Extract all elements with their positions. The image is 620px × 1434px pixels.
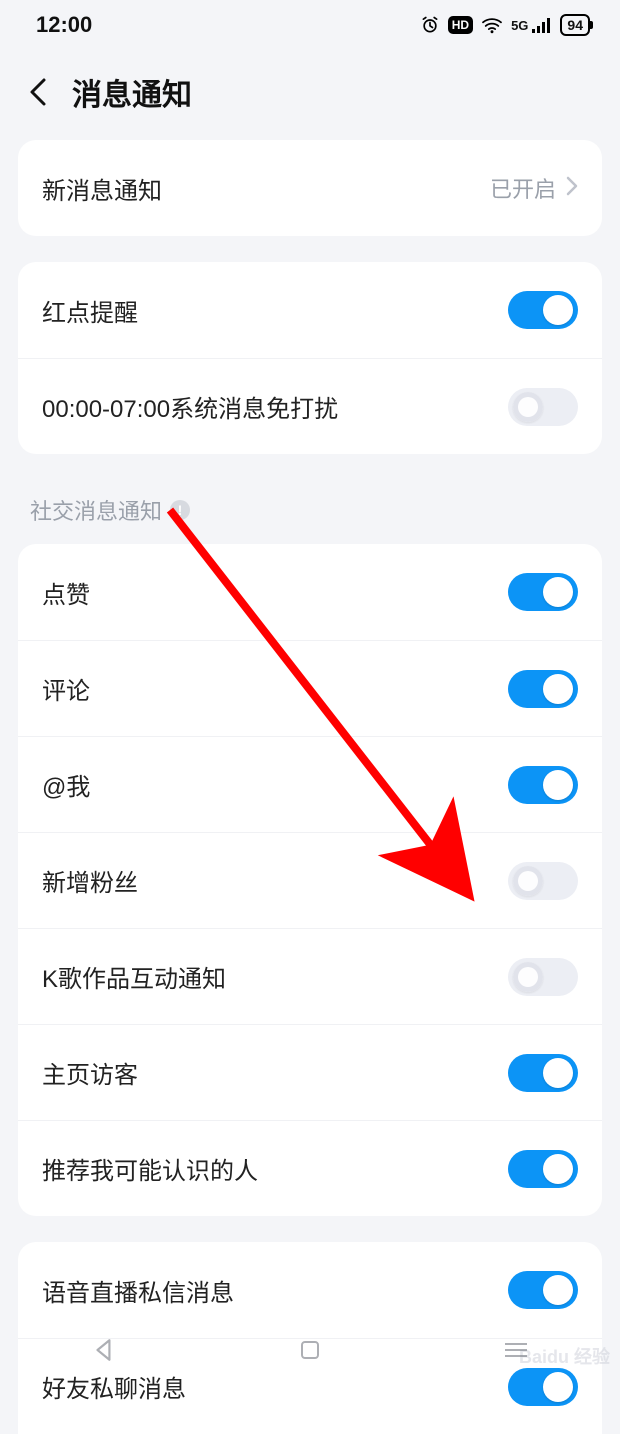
row-label: 推荐我可能认识的人 [42,1151,258,1186]
row-visitors: 主页访客 [18,1024,602,1120]
row-label: 红点提醒 [42,293,138,328]
hd-icon: HD [448,16,473,34]
row-label: 点赞 [42,575,90,610]
section-label: 社交消息通知 [30,494,162,526]
page-header: 消息通知 [0,50,620,140]
toggle-dnd[interactable] [508,388,578,426]
toggle-comment[interactable] [508,670,578,708]
row-label: 语音直播私信消息 [42,1273,234,1308]
settings-group-social: 点赞 评论 @我 新增粉丝 K歌作品互动通知 主页访客 推荐我可能认识的人 [18,544,602,1216]
wifi-icon [481,16,503,34]
signal-icon: 5G [511,17,552,33]
row-ksong: K歌作品互动通知 [18,928,602,1024]
row-label: @我 [42,767,90,802]
toggle-voice-dm[interactable] [508,1271,578,1309]
row-label: 新增粉丝 [42,863,138,898]
info-icon[interactable]: ! [170,500,190,520]
system-nav-bar [0,1318,620,1386]
battery-icon: 94 [560,14,590,36]
toggle-ksong[interactable] [508,958,578,996]
alarm-icon [420,15,440,35]
row-dnd: 00:00-07:00系统消息免打扰 [18,358,602,454]
page-title: 消息通知 [72,70,192,114]
row-value: 已开启 [490,172,556,204]
row-label: 00:00-07:00系统消息免打扰 [42,389,338,424]
row-at-me: @我 [18,736,602,832]
toggle-recommend[interactable] [508,1150,578,1188]
section-social-title: 社交消息通知 ! [30,494,590,526]
status-bar: 12:00 HD 5G 94 [0,0,620,50]
status-icons: HD 5G 94 [420,14,590,36]
back-button[interactable] [20,71,58,113]
toggle-visitors[interactable] [508,1054,578,1092]
row-label: 评论 [42,671,90,706]
status-time: 12:00 [36,12,92,38]
nav-home-button[interactable] [298,1338,322,1367]
settings-group-general: 新消息通知 已开启 [18,140,602,236]
row-new-message[interactable]: 新消息通知 已开启 [18,140,602,236]
nav-back-button[interactable] [91,1337,117,1368]
row-recommend: 推荐我可能认识的人 [18,1120,602,1216]
row-like: 点赞 [18,544,602,640]
toggle-like[interactable] [508,573,578,611]
row-red-dot: 红点提醒 [18,262,602,358]
row-comment: 评论 [18,640,602,736]
nav-recent-button[interactable] [503,1340,529,1365]
row-new-fans: 新增粉丝 [18,832,602,928]
toggle-at-me[interactable] [508,766,578,804]
chevron-right-icon [566,176,578,201]
row-label: K歌作品互动通知 [42,959,226,994]
row-label: 新消息通知 [42,171,162,206]
row-label: 主页访客 [42,1055,138,1090]
settings-group-alerts: 红点提醒 00:00-07:00系统消息免打扰 [18,262,602,454]
toggle-new-fans[interactable] [508,862,578,900]
toggle-red-dot[interactable] [508,291,578,329]
